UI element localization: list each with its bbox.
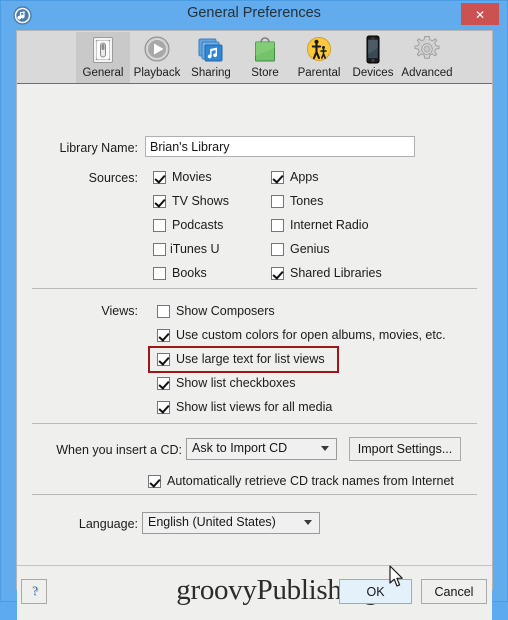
section-divider-1 xyxy=(32,288,477,289)
insert-cd-label: When you insert a CD: xyxy=(56,443,182,457)
sources-label: Sources: xyxy=(88,171,138,185)
checkbox-podcasts-label[interactable]: Podcasts xyxy=(172,218,223,232)
play-circle-icon xyxy=(130,34,184,66)
tab-devices[interactable]: Devices xyxy=(346,32,400,83)
title-bar: General Preferences ✕ xyxy=(1,1,507,30)
cancel-button[interactable]: Cancel xyxy=(421,579,487,604)
ok-button[interactable]: OK xyxy=(339,579,412,604)
library-name-label: Library Name: xyxy=(59,141,139,155)
shopping-bag-icon xyxy=(238,34,292,66)
general-settings-pane: Library Name: Sources: Movies TV Shows P… xyxy=(17,85,492,565)
checkbox-show-composers[interactable] xyxy=(157,305,170,318)
chevron-down-icon xyxy=(304,520,312,525)
preferences-toolbar: General Playback Sharing Store Parental … xyxy=(17,31,492,84)
language-dropdown-value: English (United States) xyxy=(148,515,276,529)
tab-parental-label: Parental xyxy=(297,67,341,79)
gear-icon xyxy=(400,34,454,66)
checkbox-use-large-text-label[interactable]: Use large text for list views xyxy=(176,352,325,366)
checkbox-tones-label[interactable]: Tones xyxy=(290,194,323,208)
tab-playback-label: Playback xyxy=(133,67,181,79)
tab-playback[interactable]: Playback xyxy=(130,32,184,83)
checkbox-show-list-checkboxes[interactable] xyxy=(157,377,170,390)
checkbox-internet-radio-label[interactable]: Internet Radio xyxy=(290,218,369,232)
tab-parental[interactable]: Parental xyxy=(292,32,346,83)
close-button[interactable]: ✕ xyxy=(461,3,499,25)
views-label: Views: xyxy=(101,304,138,318)
checkbox-auto-retrieve-cd-names-label[interactable]: Automatically retrieve CD track names fr… xyxy=(167,474,454,488)
tab-sharing[interactable]: Sharing xyxy=(184,32,238,83)
tab-general[interactable]: General xyxy=(76,32,130,83)
checkbox-apps-label[interactable]: Apps xyxy=(290,170,319,184)
chevron-down-icon xyxy=(321,446,329,451)
checkbox-use-custom-colors-label[interactable]: Use custom colors for open albums, movie… xyxy=(176,328,446,342)
section-divider-3 xyxy=(32,494,477,495)
checkbox-use-large-text[interactable] xyxy=(157,353,170,366)
checkbox-books[interactable] xyxy=(153,267,166,280)
checkbox-books-label[interactable]: Books xyxy=(172,266,207,280)
preferences-dialog: General Playback Sharing Store Parental … xyxy=(16,30,493,620)
tab-devices-label: Devices xyxy=(352,67,394,79)
insert-cd-dropdown-value: Ask to Import CD xyxy=(192,441,288,455)
parental-controls-icon xyxy=(292,34,346,66)
language-dropdown[interactable]: English (United States) xyxy=(142,512,320,534)
checkbox-internet-radio[interactable] xyxy=(271,219,284,232)
checkbox-tv-shows[interactable] xyxy=(153,195,166,208)
checkbox-show-list-checkboxes-label[interactable]: Show list checkboxes xyxy=(176,376,296,390)
tab-advanced-label: Advanced xyxy=(401,67,453,79)
section-divider-2 xyxy=(32,423,477,424)
dialog-footer: ? groovyPublishing OK Cancel xyxy=(17,565,492,620)
checkbox-podcasts[interactable] xyxy=(153,219,166,232)
close-icon: ✕ xyxy=(474,8,486,22)
language-label: Language: xyxy=(78,517,138,531)
checkbox-shared-libraries[interactable] xyxy=(271,267,284,280)
iphone-icon xyxy=(346,34,400,66)
question-mark-icon: ? xyxy=(32,583,38,598)
checkbox-use-custom-colors[interactable] xyxy=(157,329,170,342)
tab-store[interactable]: Store xyxy=(238,32,292,83)
checkbox-itunes-u-label[interactable]: iTunes U xyxy=(170,242,220,256)
checkbox-itunes-u[interactable] xyxy=(153,243,166,256)
toggle-switch-icon xyxy=(76,34,130,66)
insert-cd-dropdown[interactable]: Ask to Import CD xyxy=(186,438,337,460)
checkbox-movies[interactable] xyxy=(153,171,166,184)
help-button[interactable]: ? xyxy=(21,579,47,604)
tab-sharing-label: Sharing xyxy=(191,67,231,79)
tab-general-label: General xyxy=(82,67,124,79)
checkbox-apps[interactable] xyxy=(271,171,284,184)
import-settings-button[interactable]: Import Settings... xyxy=(349,437,461,461)
checkbox-genius-label[interactable]: Genius xyxy=(290,242,330,256)
stacked-music-icon xyxy=(184,34,238,66)
checkbox-shared-libraries-label[interactable]: Shared Libraries xyxy=(290,266,382,280)
checkbox-show-composers-label[interactable]: Show Composers xyxy=(176,304,275,318)
checkbox-show-list-views-all-media-label[interactable]: Show list views for all media xyxy=(176,400,332,414)
preferences-window: General Preferences ✕ General Playback S… xyxy=(0,0,508,620)
checkbox-tones[interactable] xyxy=(271,195,284,208)
checkbox-auto-retrieve-cd-names[interactable] xyxy=(148,475,161,488)
checkbox-tv-shows-label[interactable]: TV Shows xyxy=(172,194,229,208)
tab-advanced[interactable]: Advanced xyxy=(400,32,454,83)
checkbox-movies-label[interactable]: Movies xyxy=(172,170,212,184)
tab-store-label: Store xyxy=(251,67,279,79)
checkbox-genius[interactable] xyxy=(271,243,284,256)
page-title: General Preferences xyxy=(187,5,321,21)
library-name-input[interactable] xyxy=(145,136,415,157)
checkbox-show-list-views-all-media[interactable] xyxy=(157,401,170,414)
